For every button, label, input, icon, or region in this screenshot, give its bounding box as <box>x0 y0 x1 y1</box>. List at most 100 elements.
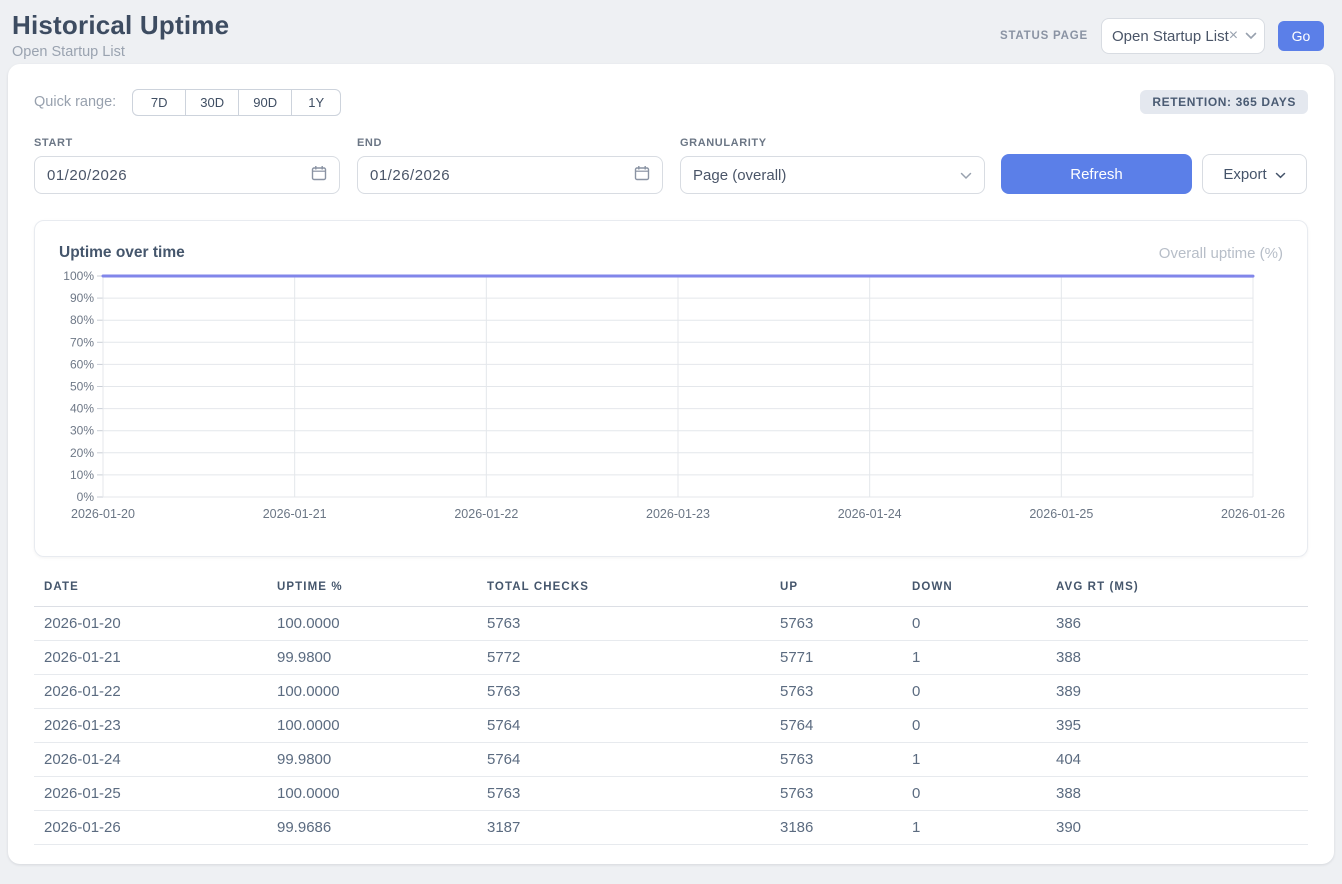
table-cell: 2026-01-21 <box>34 641 277 675</box>
page-title: Historical Uptime <box>12 10 229 41</box>
svg-text:2026-01-23: 2026-01-23 <box>646 507 710 521</box>
go-button[interactable]: Go <box>1278 21 1324 51</box>
table-row: 2026-01-20100.0000576357630386 <box>34 607 1308 641</box>
status-page-select[interactable]: Open Startup List × <box>1101 18 1265 54</box>
svg-text:40%: 40% <box>70 402 94 416</box>
quick-range-1y-button[interactable]: 1Y <box>291 89 341 116</box>
svg-text:2026-01-20: 2026-01-20 <box>71 507 135 521</box>
svg-text:60%: 60% <box>70 357 94 371</box>
table-cell: 395 <box>1056 709 1308 743</box>
table-cell: 1 <box>912 811 1056 845</box>
table-cell: 5763 <box>780 675 912 709</box>
main-card: Quick range: 7D 30D 90D 1Y RETENTION: 36… <box>8 64 1334 864</box>
svg-text:80%: 80% <box>70 313 94 327</box>
col-up: UP <box>780 581 912 607</box>
table-cell: 0 <box>912 675 1056 709</box>
col-date: DATE <box>34 581 277 607</box>
svg-text:0%: 0% <box>77 490 95 504</box>
table-cell: 100.0000 <box>277 607 487 641</box>
table-cell: 0 <box>912 709 1056 743</box>
chevron-down-icon <box>1275 166 1286 183</box>
table-row: 2026-01-22100.0000576357630389 <box>34 675 1308 709</box>
table-cell: 3187 <box>487 811 780 845</box>
svg-text:2026-01-25: 2026-01-25 <box>1029 507 1093 521</box>
table-cell: 5771 <box>780 641 912 675</box>
svg-text:70%: 70% <box>70 335 94 349</box>
col-down: DOWN <box>912 581 1056 607</box>
title-block: Historical Uptime Open Startup List <box>12 10 229 60</box>
svg-text:2026-01-22: 2026-01-22 <box>454 507 518 521</box>
table-cell: 99.9800 <box>277 743 487 777</box>
table-cell: 386 <box>1056 607 1308 641</box>
page-subtitle: Open Startup List <box>12 44 229 60</box>
col-avg-rt: AVG RT (MS) <box>1056 581 1308 607</box>
table-cell: 388 <box>1056 777 1308 811</box>
svg-text:30%: 30% <box>70 424 94 438</box>
start-date-input[interactable]: 01/20/2026 <box>34 156 340 194</box>
start-date-value: 01/20/2026 <box>47 167 127 184</box>
header-controls: STATUS PAGE Open Startup List × Go <box>1000 18 1324 54</box>
export-button-label: Export <box>1223 166 1266 183</box>
table-cell: 5763 <box>487 607 780 641</box>
table-cell: 5763 <box>487 675 780 709</box>
table-cell: 388 <box>1056 641 1308 675</box>
table-cell: 1 <box>912 641 1056 675</box>
chart-title: Uptime over time <box>59 244 185 262</box>
table-cell: 2026-01-26 <box>34 811 277 845</box>
table-cell: 5764 <box>487 709 780 743</box>
table-cell: 5763 <box>487 777 780 811</box>
table-cell: 5764 <box>780 709 912 743</box>
table-cell: 389 <box>1056 675 1308 709</box>
col-uptime: UPTIME % <box>277 581 487 607</box>
table-row: 2026-01-23100.0000576457640395 <box>34 709 1308 743</box>
calendar-icon[interactable] <box>634 165 650 185</box>
end-date-label: END <box>357 137 663 149</box>
svg-text:90%: 90% <box>70 291 94 305</box>
table-cell: 5763 <box>780 607 912 641</box>
table-cell: 1 <box>912 743 1056 777</box>
chevron-down-icon <box>960 167 972 184</box>
quick-range-7d-button[interactable]: 7D <box>132 89 186 116</box>
export-button[interactable]: Export <box>1202 154 1307 194</box>
refresh-button[interactable]: Refresh <box>1001 154 1192 194</box>
table-cell: 0 <box>912 607 1056 641</box>
granularity-label: GRANULARITY <box>680 137 985 149</box>
svg-text:2026-01-26: 2026-01-26 <box>1221 507 1285 521</box>
page-header: Historical Uptime Open Startup List STAT… <box>0 0 1342 64</box>
table-row: 2026-01-2699.9686318731861390 <box>34 811 1308 845</box>
end-date-value: 01/26/2026 <box>370 167 450 184</box>
table-cell: 404 <box>1056 743 1308 777</box>
table-cell: 2026-01-22 <box>34 675 277 709</box>
table-cell: 99.9686 <box>277 811 487 845</box>
retention-badge: RETENTION: 365 DAYS <box>1140 90 1308 114</box>
granularity-selected-value: Page (overall) <box>693 167 786 184</box>
svg-text:2026-01-24: 2026-01-24 <box>838 507 902 521</box>
clear-selection-icon[interactable]: × <box>1229 28 1238 44</box>
table-cell: 5763 <box>780 777 912 811</box>
table-cell: 2026-01-20 <box>34 607 277 641</box>
table-row: 2026-01-2199.9800577257711388 <box>34 641 1308 675</box>
calendar-icon[interactable] <box>311 165 327 185</box>
quick-range-group: 7D 30D 90D 1Y <box>132 89 341 116</box>
svg-text:10%: 10% <box>70 468 94 482</box>
table-cell: 5763 <box>780 743 912 777</box>
svg-text:100%: 100% <box>63 269 94 283</box>
table-row: 2026-01-2499.9800576457631404 <box>34 743 1308 777</box>
start-date-label: START <box>34 137 340 149</box>
quick-range-90d-button[interactable]: 90D <box>238 89 292 116</box>
table-cell: 3186 <box>780 811 912 845</box>
end-date-input[interactable]: 01/26/2026 <box>357 156 663 194</box>
uptime-table-wrap: DATE UPTIME % TOTAL CHECKS UP DOWN AVG R… <box>34 581 1308 845</box>
table-cell: 100.0000 <box>277 709 487 743</box>
table-cell: 5764 <box>487 743 780 777</box>
table-cell: 100.0000 <box>277 777 487 811</box>
table-cell: 2026-01-23 <box>34 709 277 743</box>
chart-card: Uptime over time Overall uptime (%) 100%… <box>34 220 1308 557</box>
table-cell: 99.9800 <box>277 641 487 675</box>
chart-legend: Overall uptime (%) <box>1159 245 1283 262</box>
status-page-label: STATUS PAGE <box>1000 30 1088 42</box>
granularity-select[interactable]: Page (overall) <box>680 156 985 194</box>
quick-range-label: Quick range: <box>34 94 116 110</box>
svg-text:2026-01-21: 2026-01-21 <box>263 507 327 521</box>
quick-range-30d-button[interactable]: 30D <box>185 89 239 116</box>
